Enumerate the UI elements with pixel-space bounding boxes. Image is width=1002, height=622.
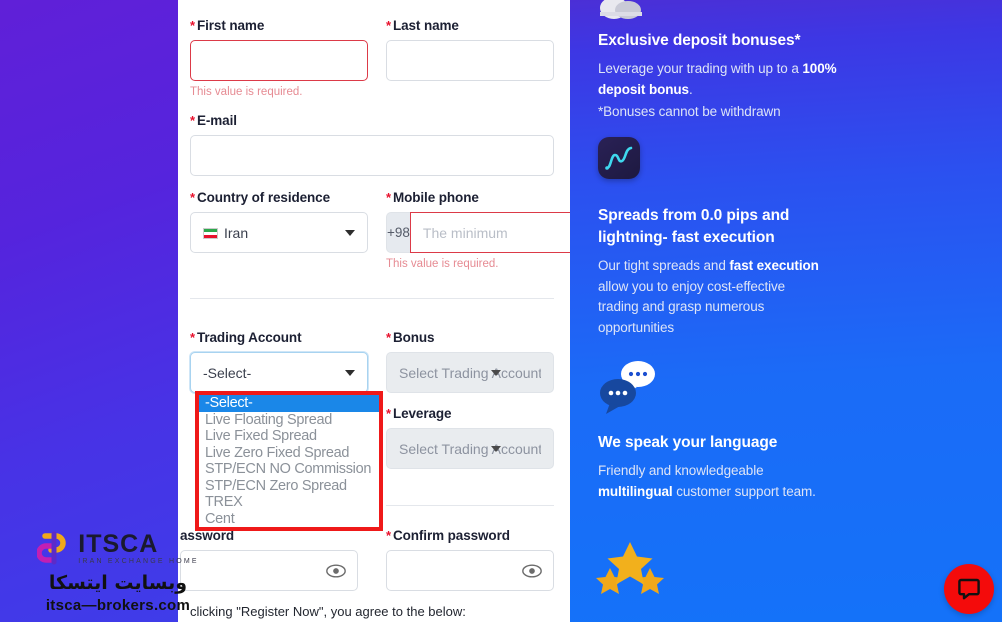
country-code-prefix: +98 xyxy=(386,212,410,253)
dropdown-option[interactable]: STP/ECN Zero Spread xyxy=(199,478,379,495)
left-decoration-panel xyxy=(0,0,178,622)
field-country: * Country of residence Iran xyxy=(190,190,368,253)
chat-bubbles-icon xyxy=(600,361,655,414)
required-asterisk: * xyxy=(190,113,195,128)
last-name-input[interactable] xyxy=(386,40,554,81)
watermark-brand: ITSCA xyxy=(78,530,159,558)
promo-panel: Exclusive deposit bonuses* Leverage your… xyxy=(570,0,1002,622)
eye-icon[interactable] xyxy=(522,563,542,578)
chat-bubble-icon xyxy=(958,578,980,600)
dropdown-option[interactable]: Live Floating Spread xyxy=(199,412,379,429)
itsca-logo-icon xyxy=(37,531,66,565)
country-value: Iran xyxy=(224,224,249,241)
first-name-label: * First name xyxy=(190,18,265,33)
promo-body: Leverage your trading with up to a 100% … xyxy=(598,61,837,97)
country-select[interactable]: Iran xyxy=(190,212,368,253)
cloud-icon xyxy=(600,0,642,19)
leverage-select[interactable]: Select Trading Account xyxy=(386,428,554,469)
field-leverage: * Leverage Select Trading Account xyxy=(386,406,554,469)
bonus-select[interactable]: Select Trading Account xyxy=(386,352,554,393)
bonus-label: * Bonus xyxy=(386,330,435,345)
watermark-url: itsca—brokers.com xyxy=(45,597,191,614)
page-root: * First name This value is required. * Las… xyxy=(0,0,1002,622)
required-asterisk: * xyxy=(190,190,195,205)
section-divider-2 xyxy=(386,505,554,506)
required-asterisk: * xyxy=(386,18,391,33)
chevron-down-icon xyxy=(491,445,501,452)
required-asterisk: * xyxy=(386,330,391,345)
trading-account-select[interactable]: -Select- xyxy=(190,352,368,393)
stars-icon xyxy=(596,542,664,594)
required-asterisk: * xyxy=(386,190,391,205)
agreement-note: clicking "Register Now", you agree to th… xyxy=(190,604,554,619)
agreement-text: clicking "Register Now", you agree to th… xyxy=(190,604,466,619)
field-email: * E-mail xyxy=(190,113,554,176)
email-label: * E-mail xyxy=(190,113,237,128)
iran-flag-icon xyxy=(203,228,218,239)
first-name-input[interactable] xyxy=(190,40,368,81)
dropdown-option[interactable]: STP/ECN NO Commission xyxy=(199,461,379,478)
dropdown-option[interactable]: Live Zero Fixed Spread xyxy=(199,445,379,462)
chevron-down-icon xyxy=(345,369,355,376)
promo-title: Spreads from 0.0 pips and lightning- fas… xyxy=(598,207,790,246)
dropdown-option[interactable]: Live Fixed Spread xyxy=(199,428,379,445)
confirm-password-label: * Confirm password xyxy=(386,528,510,543)
chart-line-icon xyxy=(598,137,640,179)
bonus-value: Select Trading Account xyxy=(399,364,541,381)
promo-title: Exclusive deposit bonuses* xyxy=(598,32,801,49)
promo-body: Our tight spreads and fast execution all… xyxy=(598,258,819,335)
leverage-label: * Leverage xyxy=(386,406,452,421)
chevron-down-icon xyxy=(345,229,355,236)
dropdown-option[interactable]: TREX xyxy=(199,494,379,511)
trading-account-label: * Trading Account xyxy=(190,330,302,345)
promo-body: Friendly and knowledgeable multilingual … xyxy=(598,463,816,499)
promo-block-language: We speak your language Friendly and know… xyxy=(598,432,820,502)
last-name-label: * Last name xyxy=(386,18,459,33)
promo-block-bonuses: Exclusive deposit bonuses* Leverage your… xyxy=(598,30,838,123)
first-name-error: This value is required. xyxy=(190,86,303,98)
required-asterisk: * xyxy=(190,330,195,345)
country-label: * Country of residence xyxy=(190,190,330,205)
mobile-phone-label: * Mobile phone xyxy=(386,190,479,205)
chevron-down-icon xyxy=(491,369,501,376)
chat-widget-button[interactable] xyxy=(944,564,994,614)
itsca-watermark: ITSCA IRAN EXCHANGE HOME وبسایت ایتسکا i… xyxy=(28,530,208,614)
dropdown-option[interactable]: -Select- xyxy=(199,395,379,412)
field-trading-account: * Trading Account -Select- xyxy=(190,330,368,393)
promo-title: We speak your language xyxy=(598,434,778,451)
watermark-tagline: IRAN EXCHANGE HOME xyxy=(78,558,199,565)
field-confirm-password: * Confirm password xyxy=(386,528,554,591)
field-mobile-phone: *Mobile phone +98 This value is required… xyxy=(386,190,617,270)
field-last-name: * Last name xyxy=(386,18,554,81)
leverage-value: Select Trading Account xyxy=(399,440,541,457)
required-asterisk: * xyxy=(386,528,391,543)
trading-account-dropdown[interactable]: -Select- Live Floating Spread Live Fixed… xyxy=(195,391,383,531)
promo-block-spreads: Spreads from 0.0 pips and lightning- fas… xyxy=(598,205,820,338)
required-asterisk: * xyxy=(386,406,391,421)
dropdown-option[interactable]: Cent xyxy=(199,511,379,528)
eye-icon[interactable] xyxy=(326,563,346,578)
required-asterisk: * xyxy=(190,18,195,33)
mobile-phone-error: This value is required. xyxy=(386,258,499,270)
promo-footnote: *Bonuses cannot be withdrawn xyxy=(598,104,781,119)
dropdown-option-list: -Select- Live Floating Spread Live Fixed… xyxy=(199,395,379,527)
section-divider xyxy=(190,298,554,299)
field-bonus: * Bonus Select Trading Account xyxy=(386,330,554,393)
watermark-persian-text: وبسایت ایتسکا xyxy=(48,572,188,594)
email-input[interactable] xyxy=(190,135,554,176)
trading-account-value: -Select- xyxy=(203,364,252,381)
field-first-name: * First name This value is required. xyxy=(190,18,368,98)
